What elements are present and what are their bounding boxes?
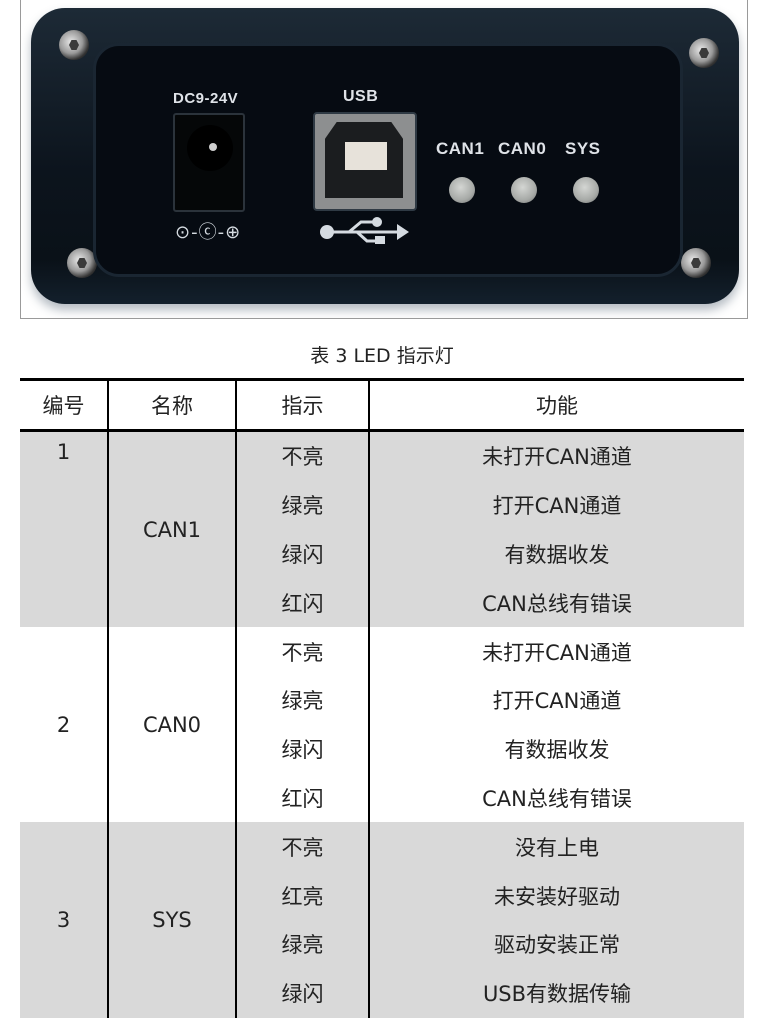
led-number: 3 [20,822,109,1018]
led-number: 2 [20,627,109,823]
function-cell: CAN总线有错误 [369,578,744,628]
device-photo: DC9-24V ⊙-ⓒ-⊕ USB CAN1 CAN0 SYS [20,0,748,319]
led-indicator-table: 编号 名称 指示 功能 1 CAN1 不亮 未打开CAN通道 绿亮 打开CAN通… [20,378,744,1018]
led-label-sys: SYS [565,139,601,158]
indicator-cell: 不亮 [236,822,370,872]
dc-power-jack [173,113,245,212]
led-name: CAN0 [108,627,237,823]
indicator-cell: 绿亮 [236,675,370,725]
indicator-cell: 绿闪 [236,724,370,774]
usb-b-port [313,112,417,211]
led-name: CAN1 [108,430,237,628]
function-cell: 未打开CAN通道 [369,430,744,481]
usb-label: USB [343,88,379,105]
header-function: 功能 [369,378,744,432]
can-interface-device: DC9-24V ⊙-ⓒ-⊕ USB CAN1 CAN0 SYS [31,8,739,304]
screw-icon [59,30,89,60]
led-label-can0: CAN0 [498,139,547,158]
led-name: SYS [108,822,237,1018]
function-cell: 未打开CAN通道 [369,627,744,676]
function-cell: 有数据收发 [369,724,744,774]
screw-icon [681,248,711,278]
header-indicator: 指示 [236,378,370,432]
power-label: DC9-24V [173,90,239,107]
header-name: 名称 [108,378,237,432]
indicator-cell: 红闪 [236,578,370,628]
function-cell: 打开CAN通道 [369,675,744,725]
table-row: 3 SYS 不亮 没有上电 [20,822,744,1018]
indicator-cell: 绿闪 [236,529,370,579]
indicator-cell: 不亮 [236,627,370,676]
indicator-cell: 绿闪 [236,968,370,1018]
indicator-cell: 绿亮 [236,480,370,530]
table-caption: 表 3 LED 指示灯 [310,345,454,367]
function-cell: 驱动安装正常 [369,919,744,969]
led-sys [573,177,599,203]
polarity-icon: ⊙-ⓒ-⊕ [175,222,242,243]
table-row: 2 CAN0 不亮 未打开CAN通道 [20,627,744,823]
led-can0 [511,177,537,203]
table-header-row: 编号 名称 指示 功能 [20,378,744,432]
indicator-cell: 红闪 [236,773,370,823]
header-number: 编号 [20,378,109,432]
function-cell: CAN总线有错误 [369,773,744,823]
function-cell: USB有数据传输 [369,968,744,1018]
screw-icon [689,38,719,68]
indicator-cell: 不亮 [236,430,370,481]
function-cell: 没有上电 [369,822,744,872]
led-can1 [449,177,475,203]
led-number: 1 [20,430,109,628]
usb-icon [319,216,411,250]
led-label-can1: CAN1 [436,139,485,158]
indicator-cell: 红亮 [236,871,370,920]
indicator-cell: 绿亮 [236,919,370,969]
function-cell: 有数据收发 [369,529,744,579]
table-row: 1 CAN1 不亮 未打开CAN通道 [20,430,744,628]
function-cell: 未安装好驱动 [369,871,744,920]
function-cell: 打开CAN通道 [369,480,744,530]
